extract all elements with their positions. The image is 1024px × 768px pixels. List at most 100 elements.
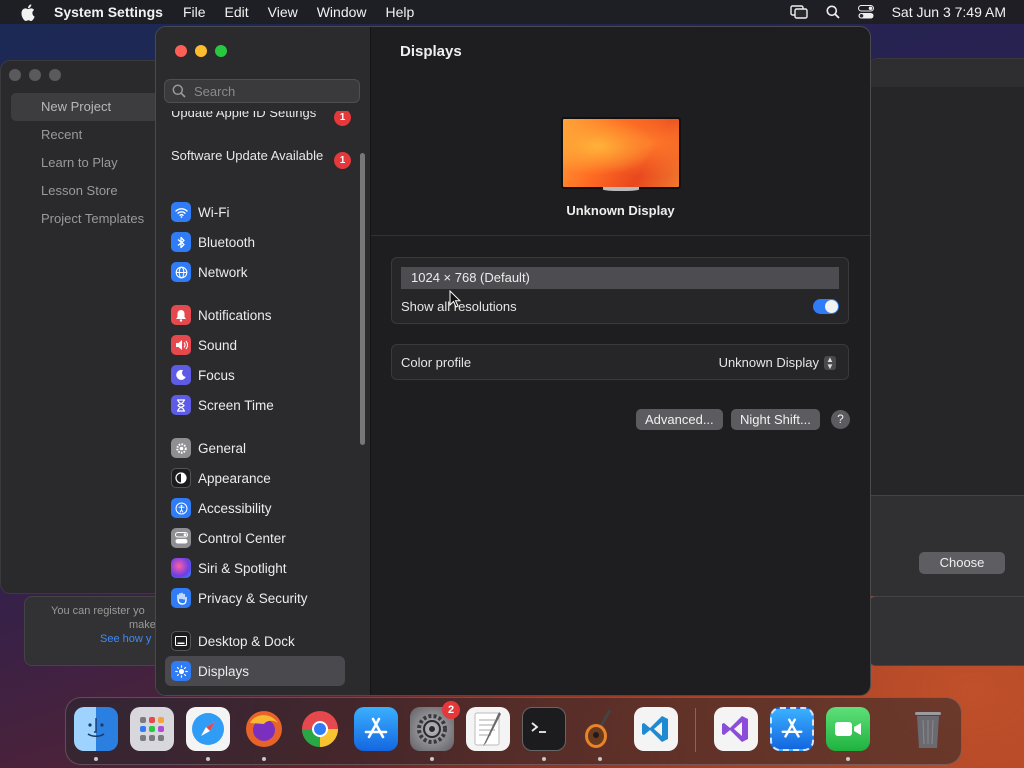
running-indicator	[542, 757, 546, 761]
dock-launchpad-icon[interactable]	[130, 707, 174, 751]
apple-menu-icon[interactable]	[20, 3, 36, 21]
sidebar-item-label: Privacy & Security	[198, 590, 308, 606]
resolution-option-selected[interactable]: 1024 × 768 (Default)	[401, 267, 839, 289]
dock-app-store-icon[interactable]	[354, 707, 398, 751]
sidebar-item-siri-spotlight[interactable]: Siri & Spotlight	[165, 553, 345, 583]
chevron-up-down-icon: ▲ ▼	[824, 355, 836, 370]
dock-finder-icon[interactable]	[74, 707, 118, 751]
dock-separator	[695, 708, 696, 752]
background-window-controls	[9, 69, 61, 81]
background-list-item[interactable]: Learn to Play	[11, 149, 161, 177]
sidebar-item-label: Notifications	[198, 307, 272, 323]
sidebar-item-notifications[interactable]: Notifications	[165, 300, 345, 330]
sidebar-item-accessibility[interactable]: Accessibility	[165, 493, 345, 523]
minimize-button[interactable]	[195, 45, 207, 57]
sidebar-item-control-center[interactable]: Control Center	[165, 523, 345, 553]
dock-safari-icon[interactable]	[186, 707, 230, 751]
sidebar-item-sound[interactable]: Sound	[165, 330, 345, 360]
running-indicator	[598, 757, 602, 761]
appearance-icon	[171, 468, 191, 488]
hand-icon	[171, 588, 191, 608]
menu-file[interactable]: File	[183, 4, 206, 20]
zoom-button[interactable]	[215, 45, 227, 57]
sidebar-item-label: Accessibility	[198, 500, 272, 516]
background-window-list: New Project Recent Learn to Play Lesson …	[11, 93, 161, 233]
dock-app-installer-icon[interactable]	[770, 707, 814, 751]
advanced-button[interactable]: Advanced...	[636, 409, 723, 430]
sidebar-list: Update Apple ID Settings 1 Software Upda…	[156, 111, 370, 695]
menu-edit[interactable]: Edit	[225, 4, 249, 20]
dock-trash-icon[interactable]	[906, 707, 950, 751]
sidebar-item-displays[interactable]: Displays	[165, 656, 345, 686]
menu-help[interactable]: Help	[386, 4, 415, 20]
background-titlebar	[869, 59, 1024, 87]
menu-window[interactable]: Window	[317, 4, 367, 20]
sidebar-item-label: General	[198, 440, 247, 456]
background-list-item[interactable]: Lesson Store	[11, 177, 161, 205]
screen-mirroring-icon[interactable]	[789, 5, 808, 19]
choose-button[interactable]: Choose	[919, 552, 1005, 574]
background-right-panel	[868, 596, 1024, 666]
sidebar-alert-apple-id[interactable]: Update Apple ID Settings 1	[171, 111, 351, 126]
sidebar-item-screen-time[interactable]: Screen Time	[165, 390, 345, 420]
sidebar-item-label: Focus	[198, 367, 235, 383]
clock[interactable]: Sat Jun 3 7:49 AM	[892, 4, 1006, 20]
bell-icon	[171, 305, 191, 325]
page-title: Displays	[400, 43, 462, 60]
search-input[interactable]	[192, 82, 356, 100]
sun-icon	[171, 661, 191, 681]
background-list-item[interactable]: Project Templates	[11, 205, 161, 233]
dock-garageband-icon[interactable]	[578, 707, 622, 751]
control-center-icon[interactable]	[857, 5, 874, 19]
close-button[interactable]	[175, 45, 187, 57]
sidebar-scrollbar[interactable]	[360, 153, 365, 445]
app-name-menu[interactable]: System Settings	[54, 4, 163, 20]
alert-label: Update Apple ID Settings	[171, 111, 317, 120]
sidebar-item-wifi[interactable]: Wi-Fi	[165, 197, 345, 227]
notification-badge: 1	[334, 152, 351, 169]
sidebar-item-focus[interactable]: Focus	[165, 360, 345, 390]
siri-icon	[171, 558, 191, 578]
sidebar-item-bluetooth[interactable]: Bluetooth	[165, 227, 345, 257]
speaker-icon	[171, 335, 191, 355]
background-right-window: Choose	[868, 58, 1024, 596]
running-indicator	[430, 757, 434, 761]
sidebar-alert-software-update[interactable]: Software Update Available 1	[171, 148, 351, 169]
dock-vscode-icon[interactable]	[634, 707, 678, 751]
background-note-text: You can register yo	[51, 605, 145, 617]
sidebar-item-label: Siri & Spotlight	[198, 560, 287, 576]
search-field[interactable]	[164, 79, 360, 103]
dock-chrome-icon[interactable]	[298, 707, 342, 751]
running-indicator	[206, 757, 210, 761]
dock-terminal-icon[interactable]	[522, 707, 566, 751]
sidebar-item-privacy-security[interactable]: Privacy & Security	[165, 583, 345, 613]
mouse-cursor-icon	[449, 289, 462, 308]
background-note-text: make	[129, 619, 156, 631]
help-button[interactable]: ?	[831, 410, 850, 429]
dock-visual-studio-icon[interactable]	[714, 707, 758, 751]
control-center-icon	[171, 528, 191, 548]
background-list-item[interactable]: New Project	[11, 93, 161, 121]
color-profile-popup[interactable]: Unknown Display ▲ ▼	[719, 355, 836, 370]
dock-firefox-icon[interactable]	[242, 707, 286, 751]
sidebar-item-general[interactable]: General	[165, 433, 345, 463]
sidebar-item-network[interactable]: Network	[165, 257, 345, 287]
toggle-knob	[825, 300, 838, 313]
background-note-link[interactable]: See how y	[100, 633, 151, 645]
dock-facetime-icon[interactable]	[826, 707, 870, 751]
displays-pane: Displays Unknown Display 1024 × 768 (Def…	[371, 27, 870, 695]
sidebar-item-label: Screen Time	[198, 397, 274, 413]
spotlight-search-icon[interactable]	[826, 5, 840, 19]
background-list-item[interactable]: Recent	[11, 121, 161, 149]
sidebar-item-appearance[interactable]: Appearance	[165, 463, 345, 493]
menu-view[interactable]: View	[268, 4, 298, 20]
sidebar-item-desktop-dock[interactable]: Desktop & Dock	[165, 626, 345, 656]
gear-icon	[171, 438, 191, 458]
bluetooth-icon	[171, 232, 191, 252]
dock-system-settings-icon[interactable]: 2	[410, 701, 460, 751]
display-thumbnail[interactable]	[561, 117, 681, 193]
dock-textedit-icon[interactable]	[466, 707, 510, 751]
color-profile-value: Unknown Display	[718, 355, 819, 370]
show-all-resolutions-toggle[interactable]	[813, 299, 839, 314]
night-shift-button[interactable]: Night Shift...	[731, 409, 820, 430]
